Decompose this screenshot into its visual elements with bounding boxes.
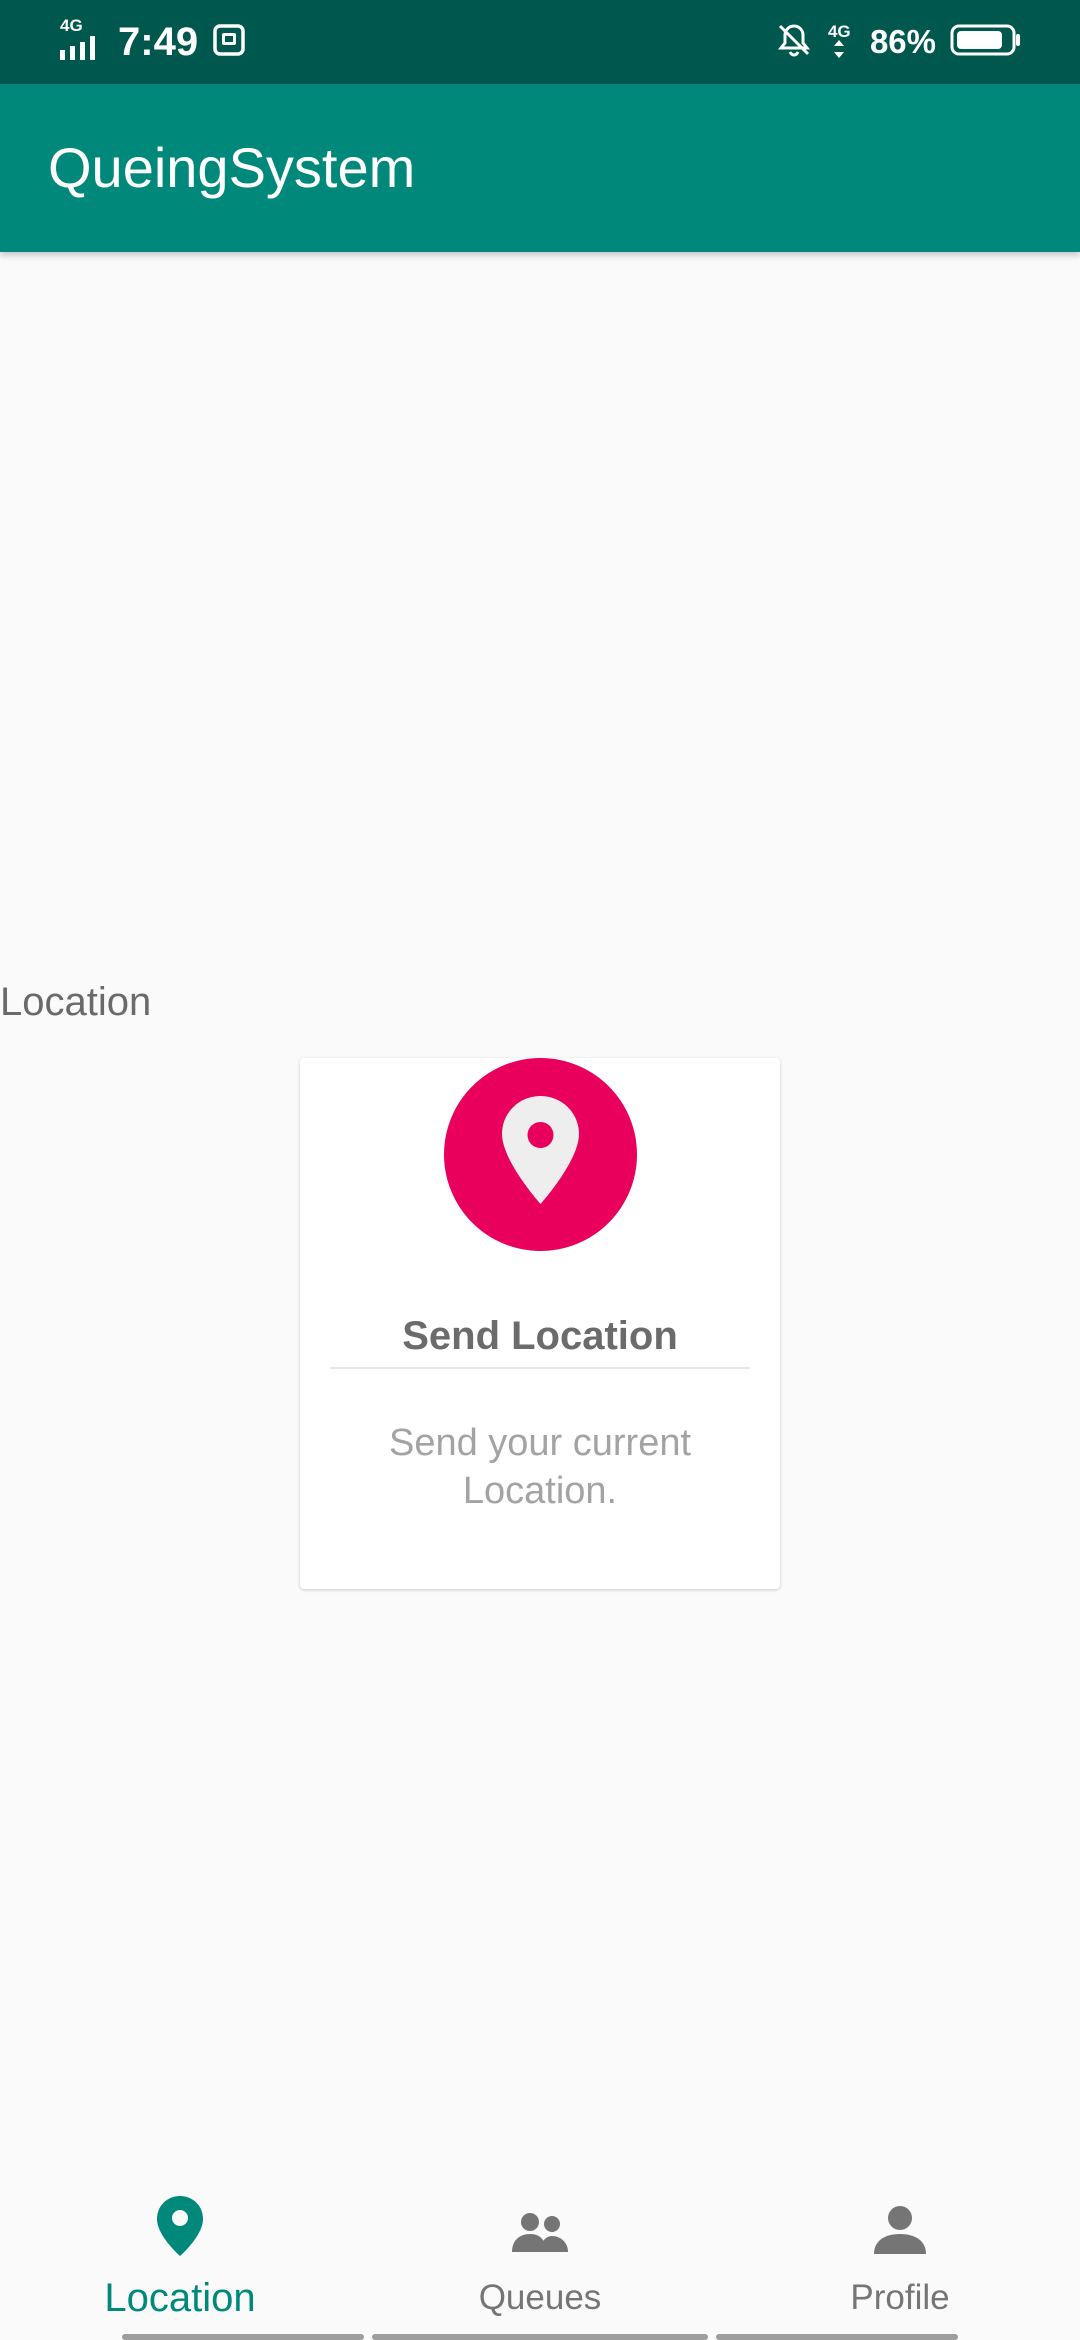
nav-item-location[interactable]: Location [60,2180,300,2340]
battery-icon [950,23,1022,62]
status-time: 7:49 [118,19,199,64]
mobile-data-icon: 4G [826,22,858,62]
nav-label-queues: Queues [478,2278,602,2317]
app-title: QueingSystem [48,136,416,199]
battery-percent: 86% [869,23,936,60]
bell-off-icon [776,22,812,63]
status-left: 4G 7:49 [58,0,246,84]
signal-icon: 4G [58,16,104,62]
section-title: Location [0,980,152,1024]
card-divider [330,1367,750,1369]
nav-label-location: Location [104,2276,256,2320]
nav-item-profile[interactable]: Profile [780,2180,1020,2340]
app-bar: QueingSystem [0,84,1080,252]
map-pin-icon [502,1096,579,1204]
map-pin-icon [157,2196,203,2256]
send-location-card[interactable]: Send Location Send your current Location… [300,1058,780,1589]
bottom-navigation: Location Queues Profile [0,2180,1080,2340]
person-icon [874,2206,926,2254]
card-title: Send Location [402,1314,678,1358]
nav-indicator-right [716,2334,958,2340]
card-description: Send your current Location. [388,1422,692,1512]
send-location-icon-circle [444,1058,637,1251]
status-right: 4G 86% [776,0,1022,84]
people-icon [512,2213,568,2252]
nav-item-queues[interactable]: Queues [420,2180,660,2340]
nav-indicator-left [122,2334,364,2340]
notification-icon [212,23,246,62]
nav-indicator-middle [372,2334,708,2340]
status-bar: 4G 7:49 4G 86% [0,0,1080,84]
nav-label-profile: Profile [850,2278,950,2317]
